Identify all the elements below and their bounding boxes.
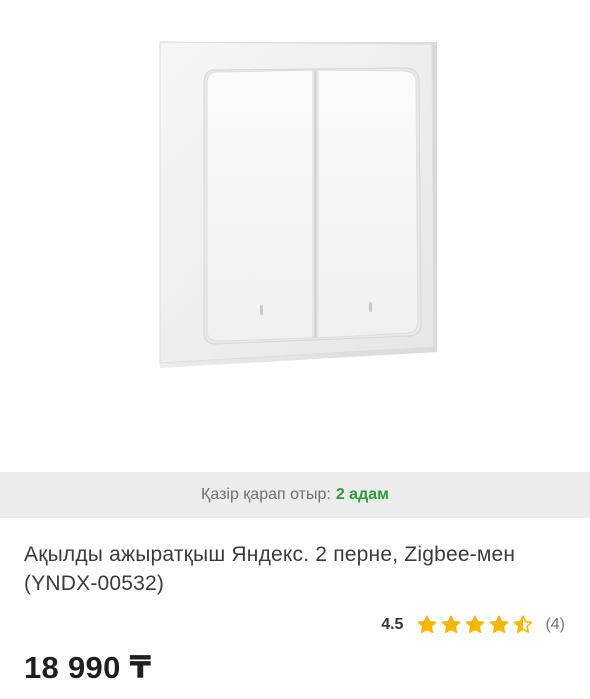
watchers-label: Қазір қарап отыр: bbox=[201, 486, 331, 503]
rating-stars bbox=[417, 615, 533, 635]
product-page: Қазір қарап отыр: 2 адам Ақылды ажыратқы… bbox=[0, 0, 590, 699]
rating-score: 4.5 bbox=[381, 616, 404, 633]
wall-switch-image bbox=[159, 41, 437, 368]
product-title: Ақылды ажыратқыш Яндекс. 2 перне, Zigbee… bbox=[24, 543, 516, 595]
star-full-icon bbox=[465, 615, 485, 635]
star-half-icon bbox=[513, 615, 533, 635]
product-image[interactable] bbox=[0, 0, 590, 472]
product-price: 18 990 ₸ bbox=[24, 650, 152, 685]
product-rating[interactable]: 4.5 (4) bbox=[381, 612, 565, 638]
reviews-count[interactable]: (4) bbox=[545, 616, 565, 634]
star-full-icon bbox=[441, 615, 461, 635]
star-full-icon bbox=[417, 615, 437, 635]
star-full-icon bbox=[489, 615, 509, 635]
watchers-count: 2 адам bbox=[335, 486, 389, 503]
watchers-bar: Қазір қарап отыр: 2 адам bbox=[0, 472, 590, 518]
